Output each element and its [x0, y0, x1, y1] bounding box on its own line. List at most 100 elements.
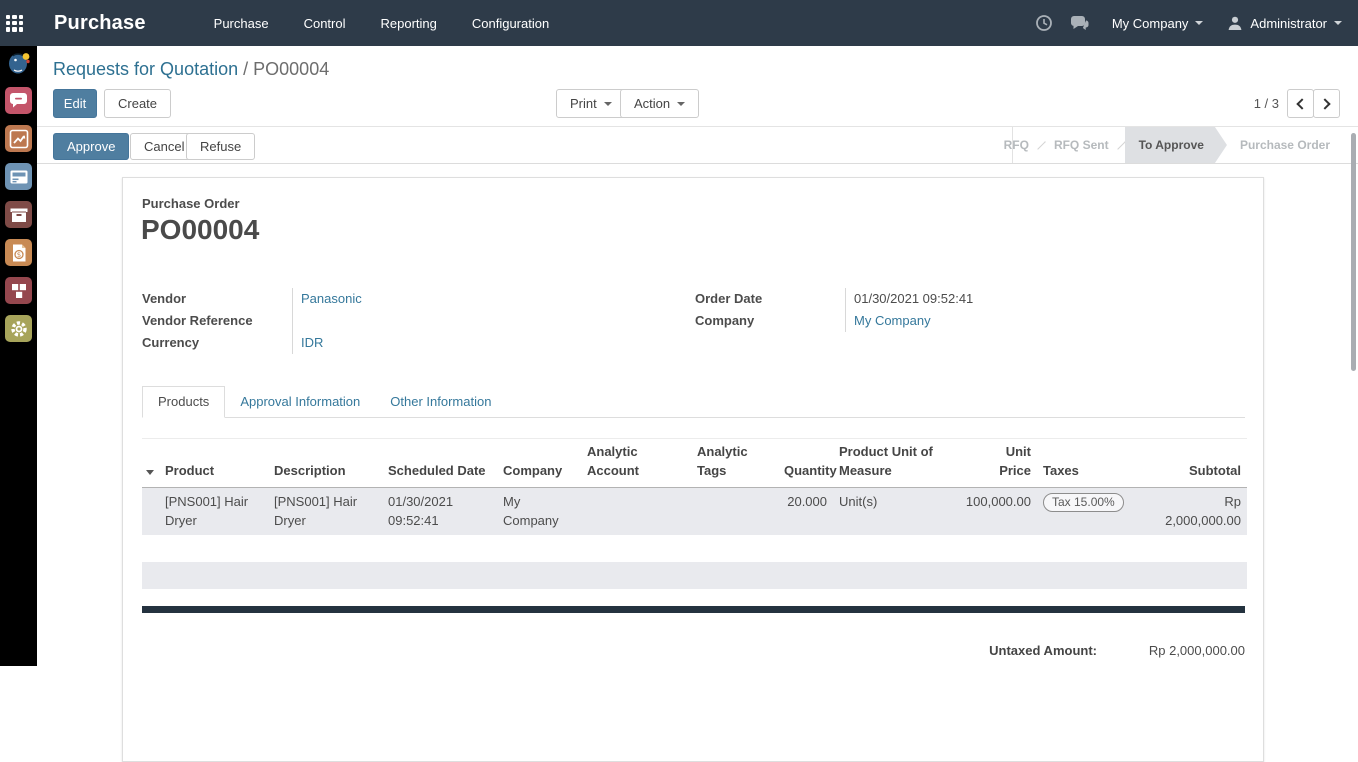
pager-previous-button[interactable]	[1287, 89, 1314, 118]
column-taxes[interactable]: Taxes	[1037, 439, 1147, 488]
menu-reporting[interactable]: Reporting	[377, 12, 441, 35]
field-label-company: Company	[695, 310, 845, 332]
action-button[interactable]: Action	[620, 89, 699, 118]
print-caret-icon	[604, 102, 612, 106]
pager-next-button[interactable]	[1313, 89, 1340, 118]
column-analytic-account[interactable]: Analytic Account	[581, 439, 691, 488]
breadcrumb-separator: /	[243, 59, 248, 79]
main-content: Requests for Quotation / PO00004 Edit Cr…	[37, 46, 1358, 666]
field-label-currency: Currency	[142, 332, 292, 354]
field-value-vendor-reference	[292, 310, 647, 332]
untaxed-amount-value: Rp 2,000,000.00	[1097, 643, 1245, 658]
breadcrumb-current: PO00004	[253, 59, 329, 79]
column-unit-price[interactable]: Unit Price	[941, 439, 1037, 488]
top-navbar: Purchase Purchase Control Reporting Conf…	[0, 0, 1358, 46]
scrollbar-thumb[interactable]	[1351, 133, 1356, 371]
dock-app-inventory-icon[interactable]	[5, 201, 32, 228]
statusbar-step-purchase-order[interactable]: Purchase Order	[1229, 127, 1341, 163]
column-description[interactable]: Description	[268, 439, 382, 488]
cell-analytic-tags	[691, 487, 778, 535]
app-brand-title[interactable]: Purchase	[54, 12, 146, 35]
user-menu[interactable]: Administrator	[1250, 16, 1327, 31]
empty-row	[142, 562, 1247, 589]
field-value-vendor[interactable]: Panasonic	[301, 291, 362, 306]
empty-row	[142, 535, 1247, 562]
tab-approval-information[interactable]: Approval Information	[225, 387, 375, 417]
document-type-label: Purchase Order	[142, 196, 240, 211]
order-line-row[interactable]: [PNS001] Hair Dryer [PNS001] Hair Dryer …	[142, 487, 1247, 535]
tab-products[interactable]: Products	[142, 386, 225, 418]
column-product[interactable]: Product	[159, 439, 268, 488]
cell-subtotal: Rp 2,000,000.00	[1147, 487, 1247, 535]
navbar-menus: Purchase Control Reporting Configuration	[210, 12, 554, 35]
cell-quantity: 20.000	[778, 487, 833, 535]
user-caret-icon	[1334, 21, 1342, 25]
sort-caret-icon[interactable]	[146, 470, 154, 475]
desktop-dock: $	[0, 46, 37, 666]
dock-app-purchase-icon[interactable]: $	[5, 239, 32, 266]
field-value-currency[interactable]: IDR	[301, 335, 323, 350]
company-switcher[interactable]: My Company	[1112, 16, 1189, 31]
totals-block: Untaxed Amount: Rp 2,000,000.00	[989, 643, 1245, 658]
order-lines-table: Product Description Scheduled Date Compa…	[142, 438, 1247, 589]
create-button[interactable]: Create	[104, 89, 171, 118]
chevron-left-icon	[1296, 98, 1307, 109]
dock-app-invoicing-icon[interactable]	[5, 163, 32, 190]
chat-icon[interactable]	[1070, 15, 1091, 32]
statusbar-step-to-approve[interactable]: To Approve	[1125, 127, 1227, 163]
svg-text:$: $	[16, 251, 20, 259]
field-label-order-date: Order Date	[695, 288, 845, 310]
cell-uom: Unit(s)	[833, 487, 941, 535]
section-separator-bar	[142, 606, 1245, 613]
tax-badge: Tax 15.00%	[1043, 493, 1124, 512]
clock-icon[interactable]	[1035, 14, 1053, 32]
breadcrumb: Requests for Quotation / PO00004	[53, 59, 329, 80]
edit-button[interactable]: Edit	[53, 89, 97, 118]
field-group-left: Vendor Panasonic Vendor Reference Curren…	[142, 288, 647, 354]
field-value-order-date: 01/30/2021 09:52:41	[845, 288, 1240, 310]
column-analytic-tags[interactable]: Analytic Tags	[691, 439, 778, 488]
column-uom[interactable]: Product Unit of Measure	[833, 439, 941, 488]
dock-app-sales-icon[interactable]	[5, 125, 32, 152]
print-button[interactable]: Print	[556, 89, 626, 118]
untaxed-amount-label: Untaxed Amount:	[989, 643, 1097, 658]
column-company[interactable]: Company	[497, 439, 581, 488]
approve-button[interactable]: Approve	[53, 133, 129, 160]
column-scheduled-date[interactable]: Scheduled Date	[382, 439, 497, 488]
cell-company: My Company	[497, 487, 581, 535]
pager-counter: 1 / 3	[1217, 96, 1279, 111]
pager: 1 / 3	[1217, 89, 1340, 118]
field-label-vendor: Vendor	[142, 288, 292, 310]
navbar-right: My Company Administrator	[1035, 14, 1358, 32]
dock-app-postgresql-icon[interactable]	[5, 49, 32, 76]
menu-control[interactable]: Control	[300, 12, 350, 35]
form-sheet: Purchase Order PO00004 Vendor Panasonic …	[122, 177, 1264, 762]
field-value-company[interactable]: My Company	[854, 313, 931, 328]
cell-analytic-account	[581, 487, 691, 535]
column-quantity[interactable]: Quantity	[778, 439, 833, 488]
notebook-tabs: Products Approval Information Other Info…	[142, 387, 1245, 418]
field-label-vendor-reference: Vendor Reference	[142, 310, 292, 332]
page-title: PO00004	[141, 214, 259, 246]
cell-unit-price: 100,000.00	[941, 487, 1037, 535]
tab-other-information[interactable]: Other Information	[375, 387, 506, 417]
dock-app-discuss-icon[interactable]	[5, 87, 32, 114]
statusbar: RFQ RFQ Sent To Approve Purchase Order	[1012, 127, 1341, 163]
status-button-bar: Approve Cancel Refuse RFQ RFQ Sent To Ap…	[37, 127, 1358, 164]
column-subtotal[interactable]: Subtotal	[1147, 439, 1247, 488]
refuse-button[interactable]: Refuse	[186, 133, 255, 160]
menu-purchase[interactable]: Purchase	[210, 12, 273, 35]
chevron-right-icon	[1319, 98, 1330, 109]
table-header-row: Product Description Scheduled Date Compa…	[142, 439, 1247, 488]
statusbar-step-rfq[interactable]: RFQ	[993, 127, 1040, 163]
cell-scheduled-date: 01/30/2021 09:52:41	[382, 487, 497, 535]
menu-configuration[interactable]: Configuration	[468, 12, 553, 35]
company-caret-icon	[1195, 21, 1203, 25]
control-panel: Requests for Quotation / PO00004 Edit Cr…	[37, 46, 1358, 127]
apps-grid-icon[interactable]	[6, 15, 23, 32]
user-icon	[1227, 15, 1243, 31]
dock-app-manufacturing-icon[interactable]	[5, 277, 32, 304]
dock-app-settings-icon[interactable]	[5, 315, 32, 342]
statusbar-step-rfq-sent[interactable]: RFQ Sent	[1043, 127, 1120, 163]
breadcrumb-link-rfq-list[interactable]: Requests for Quotation	[53, 59, 238, 79]
